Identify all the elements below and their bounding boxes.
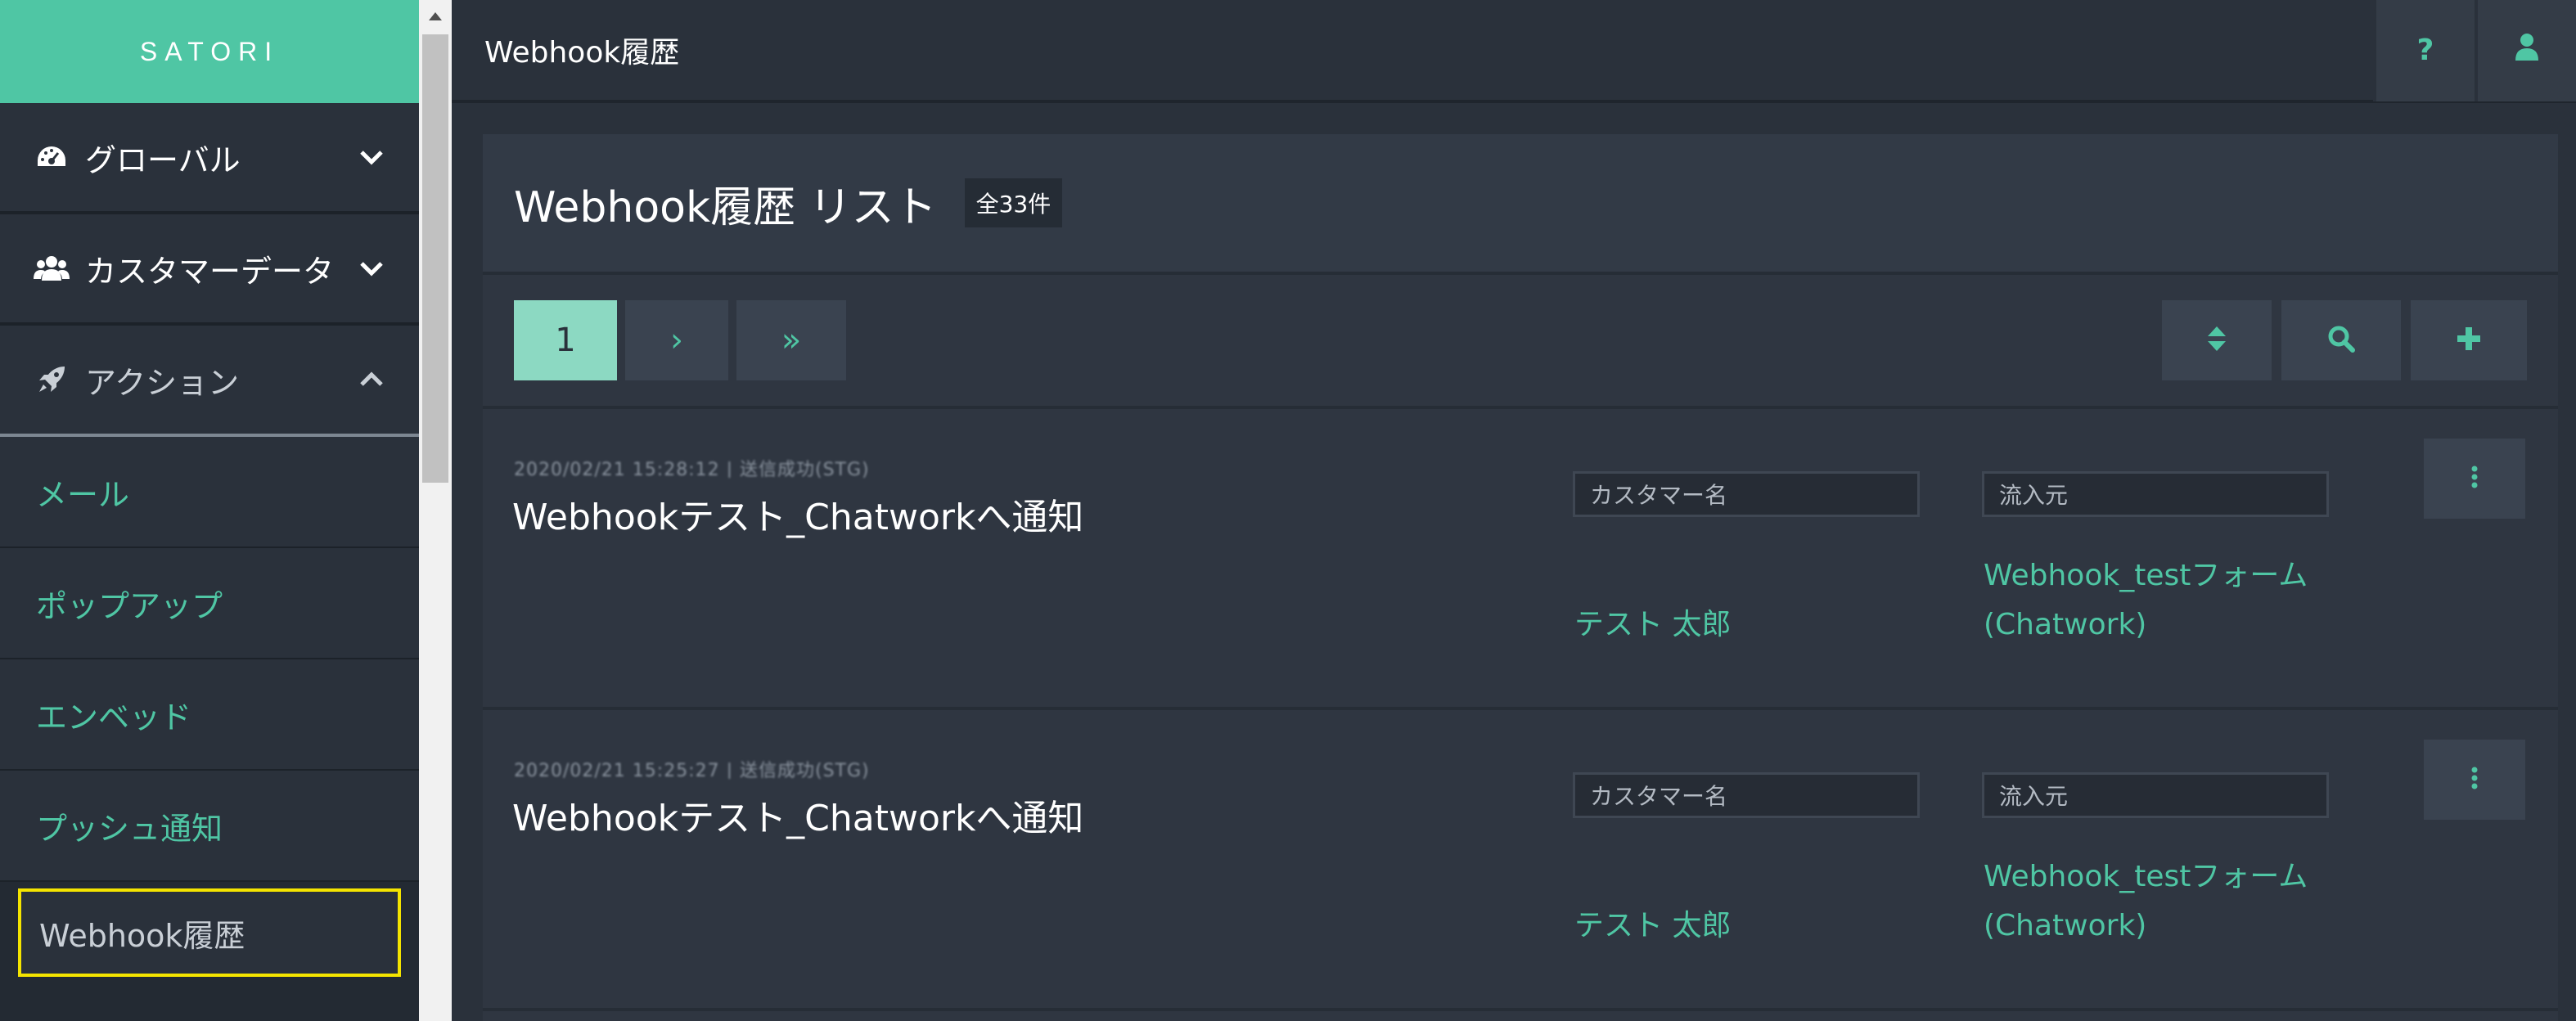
kebab-menu-icon [2471,767,2478,793]
next-page-button[interactable]: › [625,300,728,380]
sidebar-item-popup[interactable]: ポップアップ [0,548,419,659]
list-toolbar: 1 › » [483,275,2558,409]
source-label: 流入元 [1982,471,2329,517]
source-link-line1: Webhook_testフォーム [1984,860,2308,893]
sidebar-group-label: アクション [85,364,240,401]
source-link-line2: (Chatwork) [1984,909,2147,942]
chevron-down-icon [357,142,386,172]
list-title: Webhook履歴 リスト [514,182,937,232]
help-button[interactable]: ? [2373,0,2475,101]
plus-icon [2456,326,2482,355]
last-page-button[interactable]: » [736,300,846,380]
sort-icon [2206,325,2227,356]
webhook-history-panel: Webhook履歴 リスト 全33件 1 › » 2020/02/21 15:2… [483,134,2558,1021]
source-link[interactable]: Webhook_testフォーム (Chatwork) [1984,852,2376,951]
add-button[interactable] [2411,300,2527,380]
user-menu-button[interactable] [2475,0,2576,101]
customer-name-link[interactable]: テスト 太郎 [1574,600,1731,650]
sidebar-group-action[interactable]: アクション [0,326,419,437]
source-link-line2: (Chatwork) [1984,608,2147,641]
customer-name-label: カスタマー名 [1573,772,1920,818]
rocket-icon [33,363,70,396]
scrollbar-thumb[interactable] [422,34,448,483]
sidebar-group-customer-data[interactable]: カスタマーデータ [0,214,419,326]
chevron-down-icon [357,254,386,283]
user-icon [2515,33,2539,68]
row-timestamp-status: 2020/02/21 15:25:27 | 送信成功(STG) [514,761,870,779]
page-1-button[interactable]: 1 [514,300,617,380]
sort-button[interactable] [2162,300,2272,380]
row-timestamp-status: 2020/02/21 15:28:12 | 送信成功(STG) [514,460,870,478]
row-title[interactable]: Webhookテスト_Chatworkへ通知 [512,789,1083,841]
row-menu-button[interactable] [2424,740,2525,820]
chevron-up-icon [357,365,386,394]
customer-name-label: カスタマー名 [1573,471,1920,517]
list-item[interactable]: 2020/02/21 15:25:27 | 送信成功(STG) Webhookテ… [483,710,2558,1011]
source-link[interactable]: Webhook_testフォーム (Chatwork) [1984,551,2376,650]
dashboard-gauge-icon [33,141,70,173]
sidebar-group-label: カスタマーデータ [85,253,335,290]
sidebar-scrollbar[interactable] [419,0,452,1021]
page-title: Webhook履歴 [484,36,680,70]
row-menu-button[interactable] [2424,439,2525,519]
users-icon [33,252,70,285]
sidebar: SATORI グローバル カスタマーデータ アクション メール ポップアップ エ… [0,0,419,1021]
sidebar-item-push-notification[interactable]: プッシュ通知 [0,771,419,882]
row-title[interactable]: Webhookテスト_Chatworkへ通知 [512,488,1083,540]
sidebar-item-embed[interactable]: エンベッド [0,659,419,771]
list-item[interactable]: 2020/02/21 15:28:12 | 送信成功(STG) Webhookテ… [483,409,2558,710]
search-button[interactable] [2281,300,2401,380]
count-badge: 全33件 [964,178,1063,227]
source-link-line1: Webhook_testフォーム [1984,559,2308,592]
top-header: Webhook履歴 ? [452,0,2576,103]
sidebar-group-label: グローバル [85,142,241,178]
brand-logo[interactable]: SATORI [0,0,419,103]
panel-header: Webhook履歴 リスト 全33件 [483,134,2558,275]
customer-name-link[interactable]: テスト 太郎 [1574,902,1731,951]
source-label: 流入元 [1982,772,2329,818]
sidebar-item-mail[interactable]: メール [0,437,419,548]
kebab-menu-icon [2471,466,2478,492]
search-icon [2326,324,2356,357]
sidebar-item-webhook-history[interactable]: Webhook履歴 [18,888,401,977]
scroll-up-arrow-icon[interactable] [419,0,452,33]
sidebar-group-global[interactable]: グローバル [0,103,419,214]
